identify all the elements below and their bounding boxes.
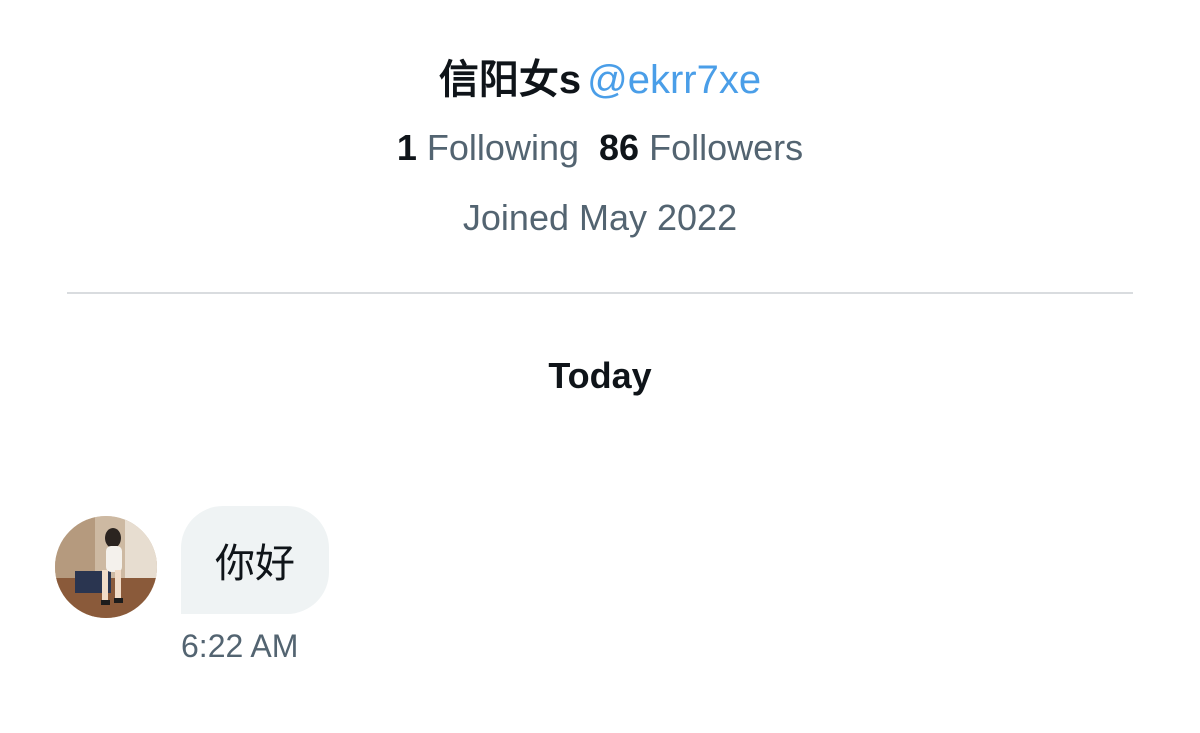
followers-label[interactable]: Followers [649,127,803,168]
joined-date: Joined May 2022 [462,197,738,238]
profile-name-line: 信阳女s @ekrr7xe [0,52,1200,108]
date-separator: Today [548,355,652,396]
message-timestamp: 6:22 AM [181,628,299,664]
profile-header: 信阳女s @ekrr7xe 1 Following 86 Followers Jo… [0,52,1200,242]
avatar[interactable] [55,516,157,618]
profile-handle[interactable]: @ekrr7xe [587,58,761,102]
followers-count[interactable]: 86 [599,127,639,168]
message-bubble[interactable]: 你好 [181,506,329,614]
message-text: 你好 [215,542,295,586]
following-count[interactable]: 1 [397,127,417,168]
divider [67,292,1133,294]
profile-stats: 1 Following 86 Followers [0,124,1200,172]
display-name[interactable]: 信阳女s [439,58,581,102]
avatar-photo-icon [55,516,157,618]
following-label[interactable]: Following [427,127,579,168]
